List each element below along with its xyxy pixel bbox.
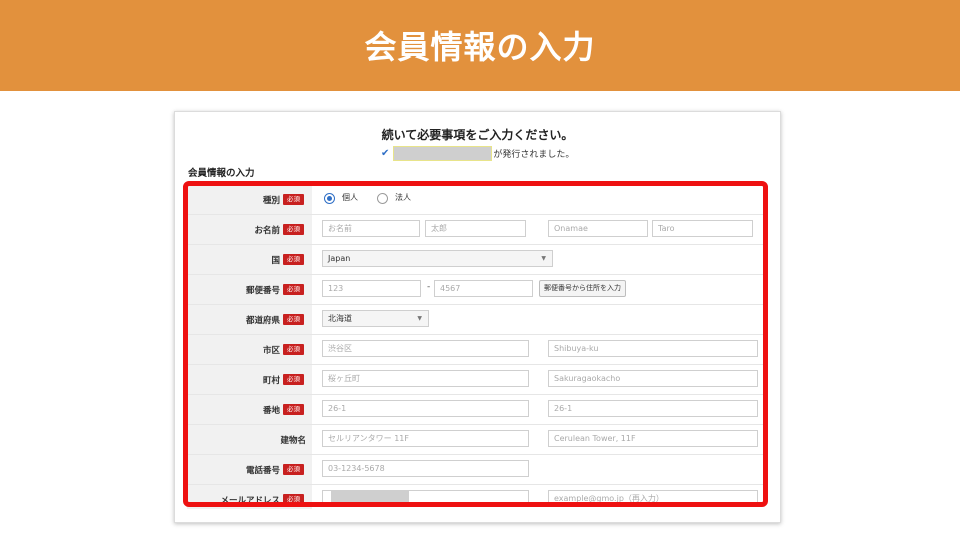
required-badge: 必須 bbox=[283, 194, 304, 205]
required-badge: 必須 bbox=[283, 224, 304, 235]
field-label: 種別 bbox=[262, 195, 280, 206]
radio-individual[interactable] bbox=[324, 193, 335, 204]
radio-corporate[interactable] bbox=[377, 193, 388, 204]
required-badge: 必須 bbox=[283, 314, 304, 325]
form-row-phone: 電話番号 必須 03-1234-5678 bbox=[187, 455, 767, 485]
member-form: 種別 必須 個人 法人 お名前 必須 お名前 太郎 Onamae Taro 国 … bbox=[187, 185, 767, 509]
prefecture-value: 北海道 bbox=[328, 314, 352, 323]
field-label: 町村 bbox=[262, 375, 280, 386]
field-label: 番地 bbox=[262, 405, 280, 416]
redacted-email bbox=[331, 490, 409, 504]
required-badge: 必須 bbox=[283, 404, 304, 415]
field-label: 建物名 bbox=[280, 435, 306, 446]
page-heading: 続いて必要事項をご入力ください。 bbox=[381, 128, 574, 142]
field-label: 国 bbox=[271, 255, 280, 266]
redacted-id bbox=[393, 146, 493, 161]
form-row-prefecture: 都道府県 必須 北海道 ▼ bbox=[187, 305, 767, 335]
form-row-postal: 郵便番号 必須 123 - 4567 郵便番号から住所を入力 bbox=[187, 275, 767, 305]
street-roman-input[interactable]: 26-1 bbox=[548, 400, 758, 417]
form-row-email: メールアドレス 必須 example@gmo.jp（再入力） bbox=[187, 485, 767, 509]
street-input[interactable]: 26-1 bbox=[322, 400, 529, 417]
country-select[interactable]: Japan ▼ bbox=[322, 250, 553, 267]
notice-text: が発行されました。 bbox=[493, 150, 575, 160]
phone-input[interactable]: 03-1234-5678 bbox=[322, 460, 529, 477]
field-label: メールアドレス bbox=[220, 495, 280, 506]
building-input[interactable]: セルリアンタワー 11F bbox=[322, 430, 529, 447]
city-input[interactable]: 渋谷区 bbox=[322, 340, 529, 357]
title-banner: 会員情報の入力 bbox=[0, 0, 960, 91]
field-label: お名前 bbox=[254, 225, 280, 236]
form-row-town: 町村 必須 桜ヶ丘町 Sakuragaokacho bbox=[187, 365, 767, 395]
required-badge: 必須 bbox=[283, 284, 304, 295]
form-row-type: 種別 必須 個人 法人 bbox=[187, 185, 767, 215]
form-row-building: 建物名 セルリアンタワー 11F Cerulean Tower, 11F bbox=[187, 425, 767, 455]
family-name-roman-input[interactable]: Onamae bbox=[548, 220, 648, 237]
family-name-input[interactable]: お名前 bbox=[322, 220, 420, 237]
field-label: 電話番号 bbox=[245, 465, 280, 476]
chevron-down-icon: ▼ bbox=[541, 255, 546, 262]
town-roman-input[interactable]: Sakuragaokacho bbox=[548, 370, 758, 387]
form-row-country: 国 必須 Japan ▼ bbox=[187, 245, 767, 275]
radio-individual-label: 個人 bbox=[342, 193, 358, 202]
form-screenshot: 続いて必要事項をご入力ください。 ✔ が発行されました。 会員情報の入力 種別 … bbox=[174, 111, 781, 523]
required-badge: 必須 bbox=[283, 254, 304, 265]
form-row-street: 番地 必須 26-1 26-1 bbox=[187, 395, 767, 425]
required-badge: 必須 bbox=[283, 494, 304, 505]
postal-code-part2-input[interactable]: 4567 bbox=[434, 280, 533, 297]
postal-separator: - bbox=[427, 282, 431, 292]
form-row-name: お名前 必須 お名前 太郎 Onamae Taro bbox=[187, 215, 767, 245]
field-label: 都道府県 bbox=[245, 315, 280, 326]
section-title: 会員情報の入力 bbox=[188, 168, 255, 179]
city-roman-input[interactable]: Shibuya-ku bbox=[548, 340, 758, 357]
building-roman-input[interactable]: Cerulean Tower, 11F bbox=[548, 430, 758, 447]
email-confirm-input[interactable]: example@gmo.jp（再入力） bbox=[548, 490, 758, 507]
form-row-city: 市区 必須 渋谷区 Shibuya-ku bbox=[187, 335, 767, 365]
given-name-input[interactable]: 太郎 bbox=[425, 220, 526, 237]
required-badge: 必須 bbox=[283, 344, 304, 355]
required-badge: 必須 bbox=[283, 374, 304, 385]
town-input[interactable]: 桜ヶ丘町 bbox=[322, 370, 529, 387]
required-badge: 必須 bbox=[283, 464, 304, 475]
banner-title: 会員情報の入力 bbox=[364, 28, 596, 66]
field-label: 市区 bbox=[262, 345, 280, 356]
radio-corporate-label: 法人 bbox=[395, 193, 411, 202]
issued-notice: ✔ が発行されました。 bbox=[381, 146, 574, 161]
field-label: 郵便番号 bbox=[245, 285, 280, 296]
postal-code-part1-input[interactable]: 123 bbox=[322, 280, 421, 297]
given-name-roman-input[interactable]: Taro bbox=[652, 220, 753, 237]
postal-lookup-button[interactable]: 郵便番号から住所を入力 bbox=[539, 280, 626, 297]
chevron-down-icon: ▼ bbox=[417, 315, 422, 322]
prefecture-select[interactable]: 北海道 ▼ bbox=[322, 310, 429, 327]
country-value: Japan bbox=[328, 254, 351, 263]
check-icon: ✔ bbox=[381, 148, 390, 159]
